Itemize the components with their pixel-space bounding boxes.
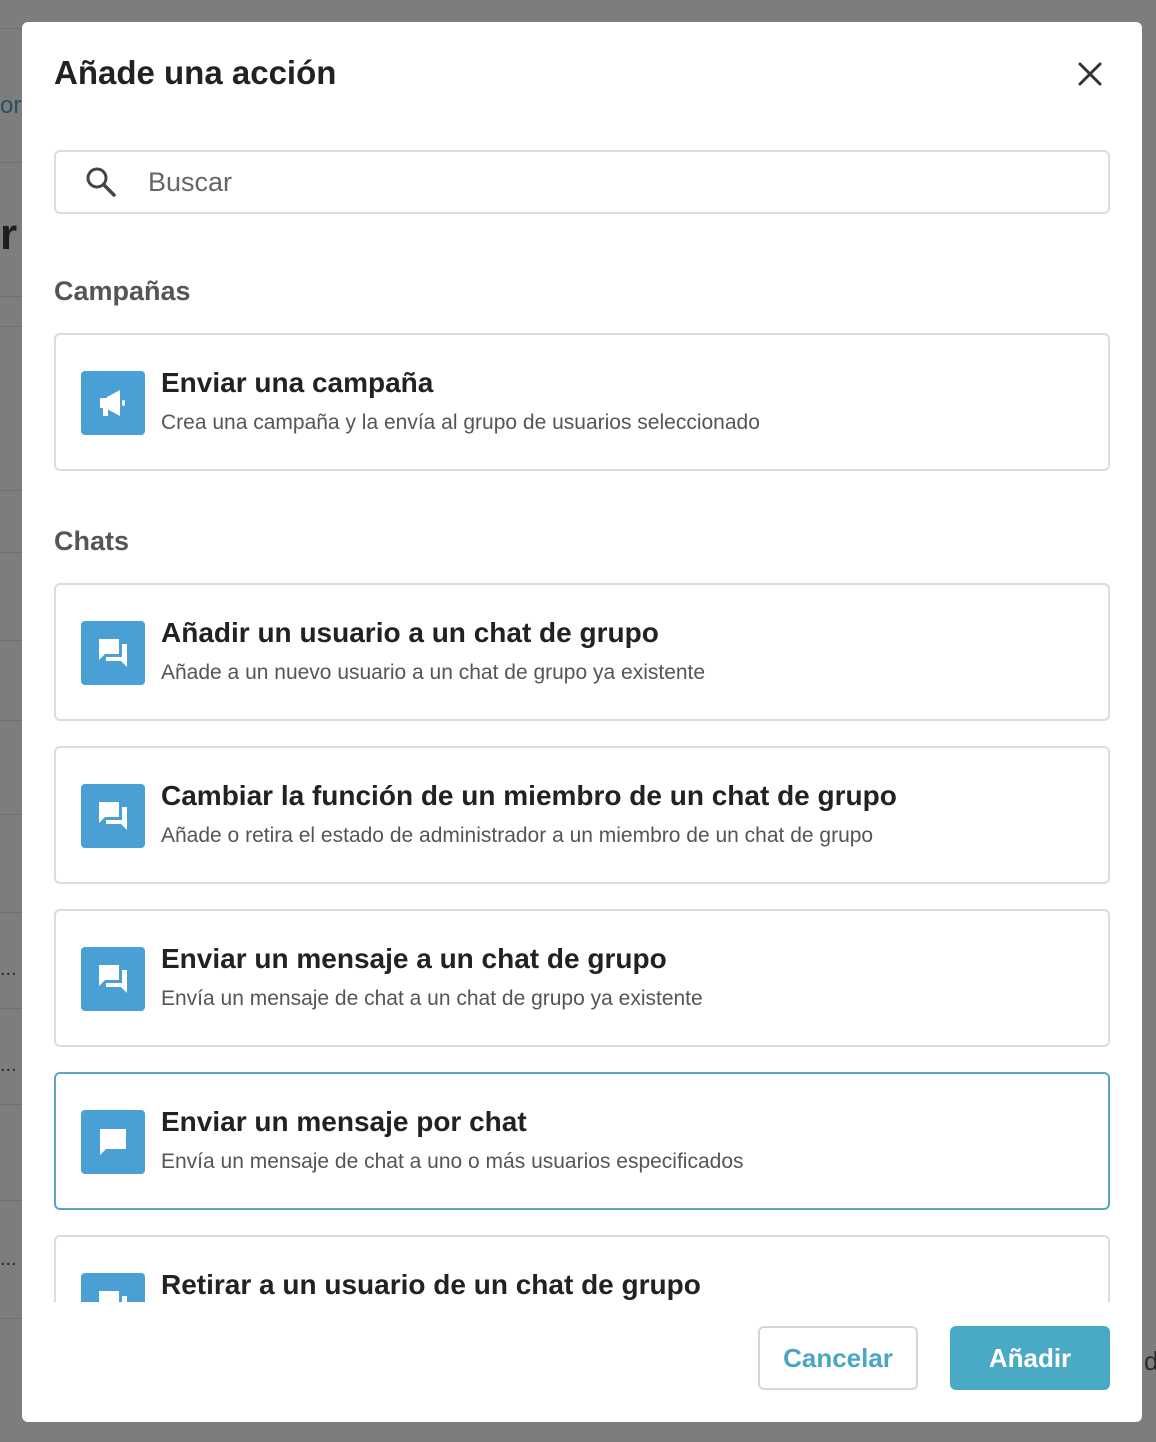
background-divider — [0, 162, 22, 163]
search-icon — [86, 167, 116, 197]
action-title: Enviar un mensaje por chat — [161, 1106, 527, 1137]
group-chat-icon — [81, 1273, 145, 1302]
cancel-button[interactable]: Cancelar — [758, 1326, 918, 1390]
background-divider — [0, 28, 22, 29]
background-divider — [0, 1318, 22, 1319]
background-divider — [0, 640, 22, 641]
action-description: Envía un mensaje de chat a un chat de gr… — [161, 987, 703, 1010]
action-title: Enviar una campaña — [161, 367, 434, 398]
background-divider — [0, 720, 22, 721]
action-title: Enviar un mensaje a un chat de grupo — [161, 943, 667, 974]
background-ellipsis: ... — [0, 958, 17, 980]
background-divider — [0, 1008, 22, 1009]
background-divider — [0, 1200, 22, 1201]
action-title: Cambiar la función de un miembro de un c… — [161, 780, 897, 811]
background-heading-fragment: r — [0, 210, 18, 259]
modal-title: Añade una acción — [54, 54, 337, 91]
background-divider — [0, 912, 22, 913]
search-box[interactable] — [54, 150, 1110, 214]
action-title: Añadir un usuario a un chat de grupo — [161, 617, 659, 648]
action-card-remove-user-group-chat[interactable]: Retirar a un usuario de un chat de grupo — [54, 1235, 1110, 1302]
action-description: Añade a un nuevo usuario a un chat de gr… — [161, 661, 706, 684]
group-chat-icon — [81, 784, 145, 848]
megaphone-icon — [81, 371, 145, 435]
background-divider — [0, 814, 22, 815]
action-card-send-chat-message[interactable]: Enviar un mensaje por chat Envía un mens… — [54, 1072, 1110, 1210]
close-icon — [1078, 62, 1102, 86]
background-link-fragment: or — [0, 92, 22, 119]
background-divider — [0, 1104, 22, 1105]
action-description: Crea una campaña y la envía al grupo de … — [161, 411, 760, 434]
group-chat-icon — [81, 621, 145, 685]
background-ellipsis: ... — [0, 1054, 17, 1076]
add-button[interactable]: Añadir — [950, 1326, 1110, 1390]
background-divider — [0, 326, 22, 327]
background-divider — [0, 552, 22, 553]
group-chat-icon — [81, 947, 145, 1011]
background-text-fragment: d — [1144, 1346, 1156, 1376]
action-card-send-campaign[interactable]: Enviar una campaña Crea una campaña y la… — [54, 333, 1110, 471]
action-title: Retirar a un usuario de un chat de grupo — [161, 1269, 701, 1300]
add-action-modal: Añade una acción Campañas Enviar una ca — [22, 22, 1142, 1422]
action-description: Envía un mensaje de chat a uno o más usu… — [161, 1150, 744, 1173]
background-divider — [0, 490, 22, 491]
search-input[interactable] — [148, 166, 1048, 198]
action-description: Añade o retira el estado de administrado… — [161, 824, 874, 847]
background-divider — [0, 296, 22, 297]
action-card-send-group-message[interactable]: Enviar un mensaje a un chat de grupo Env… — [54, 909, 1110, 1047]
actions-list[interactable]: Campañas Enviar una campaña Crea una cam… — [22, 222, 1142, 1302]
close-button[interactable] — [1072, 56, 1108, 92]
section-title-chats: Chats — [54, 526, 130, 556]
action-card-change-member-role[interactable]: Cambiar la función de un miembro de un c… — [54, 746, 1110, 884]
chat-bubble-icon — [81, 1110, 145, 1174]
section-title-campaigns: Campañas — [54, 276, 191, 306]
action-card-add-user-group-chat[interactable]: Añadir un usuario a un chat de grupo Aña… — [54, 583, 1110, 721]
background-ellipsis: ... — [0, 1248, 17, 1270]
